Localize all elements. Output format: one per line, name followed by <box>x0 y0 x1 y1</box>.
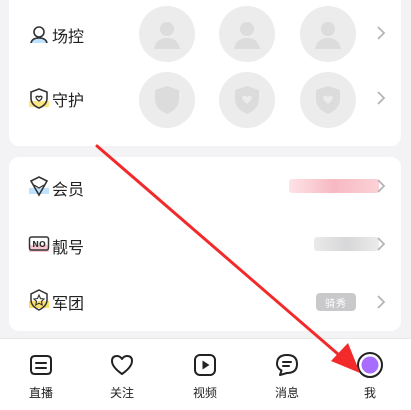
juntuan-label: 军团 <box>52 294 85 313</box>
guardian-slot-2[interactable] <box>219 72 275 128</box>
tab-follow-label: 关注 <box>109 386 134 400</box>
lianghao-label: 靓号 <box>52 238 85 257</box>
person-placeholder-icon <box>234 22 260 49</box>
tab-me[interactable]: 我 <box>340 351 400 401</box>
membership-card: 会员 NO 靓号 军团 骑秀 <box>9 157 401 331</box>
legion-badge-tag: 骑秀 <box>316 293 356 311</box>
lianghao-row[interactable]: NO 靓号 <box>9 215 401 273</box>
heart-icon <box>111 355 133 375</box>
person-placeholder-icon <box>154 22 180 49</box>
admin-avatar-slot-1[interactable] <box>139 6 195 62</box>
shield-icon <box>29 88 49 109</box>
chevron-right-icon <box>377 26 386 40</box>
chevron-right-icon <box>377 91 386 105</box>
changkong-label: 场控 <box>52 27 85 46</box>
person-placeholder-icon <box>315 22 341 49</box>
shield-heart-placeholder-icon <box>235 86 259 114</box>
chevron-right-icon <box>377 179 386 193</box>
bottom-tab-bar: 直播 关注 视频 消息 我 <box>0 338 411 410</box>
tab-follow[interactable]: 关注 <box>92 351 152 401</box>
chevron-right-icon <box>377 237 386 251</box>
tab-video-label: 视频 <box>192 386 217 400</box>
vip-diamond-icon <box>29 176 49 197</box>
tab-me-label: 我 <box>363 386 376 400</box>
chevron-right-icon <box>377 295 386 309</box>
shouhu-label: 守护 <box>52 91 85 110</box>
tab-messages-label: 消息 <box>274 386 299 400</box>
huiyuan-label: 会员 <box>52 180 85 199</box>
shouhu-row[interactable]: 守护 <box>9 72 401 146</box>
shield-placeholder-icon <box>155 86 179 114</box>
message-icon <box>276 354 298 376</box>
svg-text:NO: NO <box>32 240 46 249</box>
tab-live[interactable]: 直播 <box>11 351 71 401</box>
number-tag-icon: NO <box>28 236 50 252</box>
play-icon <box>194 354 216 376</box>
shield-heart-placeholder-icon <box>316 86 340 114</box>
vip-status-blurred <box>289 179 379 193</box>
tab-video[interactable]: 视频 <box>175 351 235 401</box>
number-value-blurred <box>314 237 379 251</box>
admin-avatar-slot-3[interactable] <box>300 6 356 62</box>
tab-live-label: 直播 <box>28 386 53 400</box>
changkong-row[interactable]: 场控 <box>9 0 401 70</box>
live-icon <box>30 355 52 375</box>
huiyuan-row[interactable]: 会员 <box>9 157 401 215</box>
profile-avatar-icon <box>357 352 383 378</box>
person-icon <box>30 26 48 44</box>
admin-avatar-slot-2[interactable] <box>219 6 275 62</box>
juntuan-row[interactable]: 军团 骑秀 <box>9 273 401 331</box>
top-card: 场控 守护 <box>9 0 401 146</box>
guardian-slot-1[interactable] <box>139 72 195 128</box>
guardian-slot-3[interactable] <box>300 72 356 128</box>
tab-messages[interactable]: 消息 <box>257 351 317 401</box>
legion-badge-icon <box>29 289 49 311</box>
